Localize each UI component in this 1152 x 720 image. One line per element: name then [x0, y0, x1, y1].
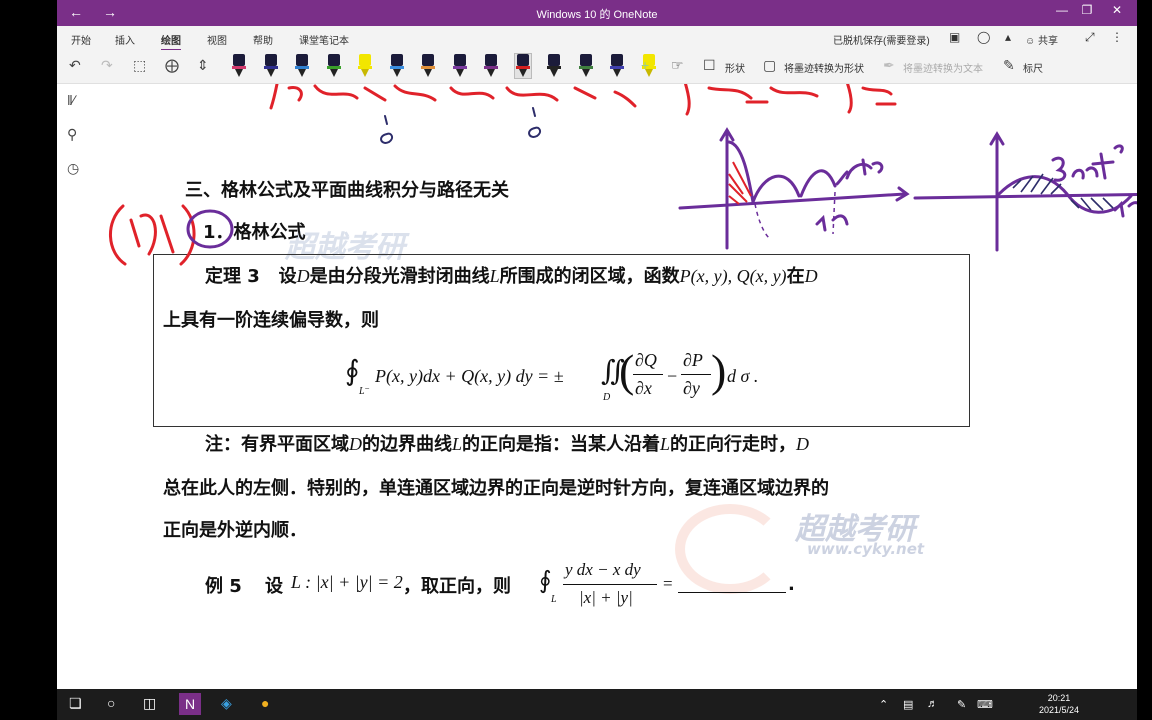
- pen-body: [516, 54, 529, 66]
- ink-replay-icon[interactable]: ☞: [671, 57, 684, 74]
- share-label: 共享: [1038, 36, 1058, 47]
- redo-icon[interactable]: ↷: [101, 57, 113, 74]
- pen-tool-4[interactable]: [326, 54, 342, 78]
- notebook-icon[interactable]: ▣: [949, 30, 960, 44]
- eraser-icon[interactable]: ⇕: [197, 57, 209, 74]
- add-space-icon[interactable]: ⨁: [165, 57, 179, 74]
- browser-taskbar-icon[interactable]: ◈: [221, 695, 232, 712]
- tray-up-icon[interactable]: ⌃: [879, 698, 888, 711]
- close-icon[interactable]: ✕: [1102, 3, 1132, 17]
- pen-body: [579, 54, 592, 66]
- pen-tool-7[interactable]: [420, 54, 436, 78]
- task-view-icon[interactable]: ◫: [143, 695, 156, 712]
- pen-body: [422, 54, 434, 66]
- note-page[interactable]: 超越考研 超越考研 www.cyky.net 三、格林公式及平面曲线积分与路径无…: [95, 84, 1137, 689]
- pen-body: [264, 54, 277, 66]
- window-title: Windows 10 的 OneNote: [536, 9, 658, 21]
- lasso-select-icon[interactable]: ⬚: [133, 57, 146, 74]
- taskbar-clock[interactable]: 20:21 2021/5/24: [1039, 692, 1079, 716]
- ink-to-text-button[interactable]: 将墨迹转换为文本: [903, 60, 983, 75]
- pen-tip: [361, 69, 369, 77]
- pen-body: [453, 54, 466, 66]
- pen-tool-13[interactable]: [609, 54, 625, 78]
- tab-home[interactable]: 开始: [71, 32, 91, 47]
- windows-taskbar: ❏ ○ ◫ N ◈ ● ⌃ ▤ ♬ ✎ ⌨ 20:21 2021/5/24: [57, 689, 1137, 720]
- handwriting-ink-layer: [109, 84, 1137, 266]
- pen-tool-6[interactable]: [389, 54, 405, 78]
- undo-icon[interactable]: ↶: [69, 57, 81, 74]
- clock-date: 2021/5/24: [1039, 705, 1080, 715]
- pen-tool-3[interactable]: [294, 54, 310, 78]
- pen-tool-10[interactable]: [513, 53, 532, 79]
- pen-tool-11[interactable]: [546, 54, 562, 78]
- title-bar: ← → Windows 10 的 OneNote — ❐ ✕: [57, 0, 1137, 26]
- pen-body: [296, 54, 308, 66]
- tab-draw[interactable]: 绘图: [161, 32, 181, 51]
- pen-tool-9[interactable]: [483, 54, 499, 78]
- pen-tool-5[interactable]: [357, 54, 373, 78]
- pen-tool-8[interactable]: [452, 54, 468, 78]
- ribbon-tabs: 开始 插入 绘图 视图 帮助 课堂笔记本 已脱机保存(需要登录) ▣ ◯ ▴ ☺…: [57, 26, 1137, 51]
- pen-tip: [392, 69, 401, 77]
- ink-to-shape-button[interactable]: 将墨迹转换为形状: [784, 60, 864, 75]
- save-status[interactable]: 已脱机保存(需要登录): [833, 32, 930, 47]
- pen-tip: [581, 69, 590, 77]
- tab-insert[interactable]: 插入: [115, 32, 135, 47]
- pen-body: [485, 54, 497, 66]
- restore-icon[interactable]: ❐: [1072, 3, 1102, 17]
- ruler-icon[interactable]: ✎: [1003, 57, 1015, 74]
- cortana-icon[interactable]: ○: [107, 695, 115, 711]
- pen-body: [359, 54, 371, 66]
- pen-tip: [424, 69, 432, 77]
- onenote-taskbar-icon[interactable]: N: [179, 693, 202, 715]
- ruler-button[interactable]: 标尺: [1023, 60, 1043, 75]
- volume-icon[interactable]: ♬: [927, 698, 938, 710]
- pen-tool-1[interactable]: [231, 54, 247, 78]
- app-taskbar-icon[interactable]: ●: [261, 695, 269, 711]
- search-icon[interactable]: ⚲: [67, 126, 77, 143]
- add-pen-icon[interactable]: +: [641, 57, 649, 73]
- pen-tip: [550, 69, 558, 77]
- pen-body: [390, 54, 403, 66]
- draw-toolbar: ↶ ↷ ⬚ ⨁ ⇕ + ☞ ☐ 形状 ▢ 将墨迹转换为形状 ✒ 将墨迹转换为文本…: [57, 50, 1137, 84]
- pen-tip: [487, 69, 495, 77]
- pen-tool-2[interactable]: [263, 54, 279, 78]
- pen-body: [611, 54, 623, 66]
- pen-tip: [613, 69, 621, 77]
- ink-to-text-icon[interactable]: ✒: [883, 57, 895, 74]
- pen-tip: [298, 69, 306, 77]
- notebooks-icon[interactable]: ‖∕: [67, 92, 75, 108]
- onenote-window: ← → Windows 10 的 OneNote — ❐ ✕ 开始 插入 绘图 …: [57, 0, 1137, 720]
- pen-tip: [455, 69, 464, 77]
- clock-time: 20:21: [1047, 693, 1071, 703]
- network-icon[interactable]: ▤: [903, 698, 913, 711]
- windows-start-icon[interactable]: ❏: [69, 695, 82, 712]
- ime-icon[interactable]: ⌨: [977, 698, 993, 711]
- expand-icon[interactable]: ⤢: [1085, 30, 1095, 45]
- pen-body: [233, 54, 245, 66]
- pen-body: [327, 54, 340, 66]
- pen-tray-icon[interactable]: ✎: [957, 698, 966, 711]
- ink-to-shape-icon[interactable]: ▢: [763, 57, 776, 74]
- bell-icon[interactable]: ▴: [1005, 30, 1011, 44]
- tab-class-notebook[interactable]: 课堂笔记本: [299, 32, 349, 47]
- pen-tip: [266, 69, 275, 77]
- shapes-icon[interactable]: ☐: [703, 57, 716, 74]
- pen-tool-12[interactable]: [578, 54, 594, 78]
- recent-clock-icon[interactable]: ◷: [67, 160, 79, 177]
- tab-help[interactable]: 帮助: [253, 32, 273, 47]
- more-icon[interactable]: ⋮: [1111, 30, 1123, 44]
- left-rail: ‖∕ ⚲ ◷: [57, 84, 95, 689]
- pen-tip: [235, 69, 243, 77]
- lightbulb-icon[interactable]: ◯: [977, 30, 990, 44]
- pen-tip: [329, 69, 338, 77]
- tab-view[interactable]: 视图: [207, 32, 227, 47]
- pen-tip: [518, 69, 527, 77]
- share-button[interactable]: ☺ 共享: [1025, 32, 1058, 47]
- pen-body: [548, 54, 560, 66]
- shapes-button[interactable]: 形状: [725, 60, 745, 75]
